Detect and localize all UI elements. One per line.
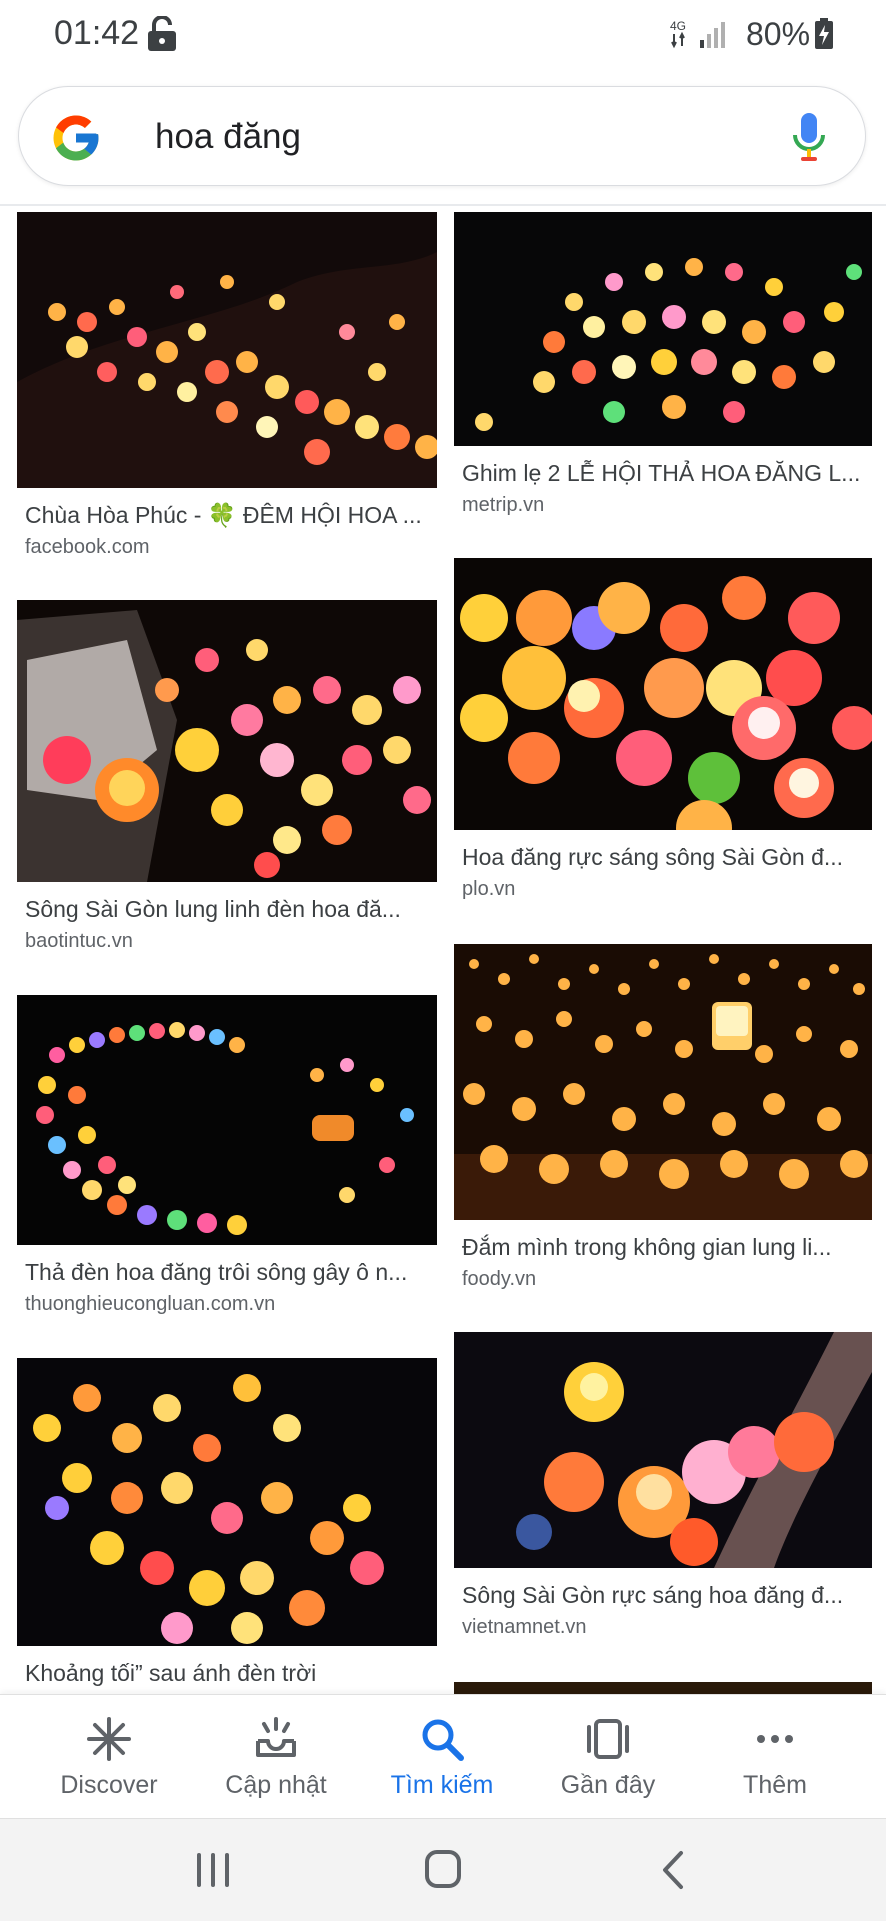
lanterns-hand-image: [17, 600, 437, 882]
signal-icon: 4G: [670, 19, 725, 49]
recent-cards-icon: [587, 1719, 629, 1759]
lotus-hand-image: [454, 1332, 872, 1568]
result-source: facebook.com: [25, 536, 150, 558]
result-title[interactable]: Khoảng tối” sau ánh đèn trời: [25, 1660, 435, 1687]
result-card[interactable]: Khoảng tối” sau ánh đèn trời: [17, 1358, 437, 1688]
result-image[interactable]: [454, 558, 872, 830]
result-image[interactable]: [17, 1358, 437, 1646]
network-type: 4G: [670, 19, 686, 33]
result-image[interactable]: [17, 995, 437, 1245]
nav-discover[interactable]: Discover: [29, 1695, 189, 1819]
home-icon[interactable]: [413, 1845, 473, 1895]
nav-recent[interactable]: Gần đây: [528, 1695, 688, 1819]
search-bar[interactable]: hoa đăng: [18, 86, 866, 186]
lotus-lanterns-closeup-image: [454, 558, 872, 830]
result-card[interactable]: Sông Sài Gòn rực sáng hoa đăng đ... viet…: [454, 1332, 872, 1672]
result-card[interactable]: Hoa đăng rực sáng sông Sài Gòn đ... plo.…: [454, 558, 872, 908]
asterisk-icon: [87, 1717, 131, 1761]
result-source: vietnamnet.vn: [462, 1616, 587, 1638]
result-title[interactable]: Thả đèn hoa đăng trôi sông gây ô n...: [25, 1259, 435, 1286]
result-image[interactable]: [454, 1332, 872, 1568]
inbox-updates-icon: [256, 1717, 296, 1757]
result-title[interactable]: Sông Sài Gòn lung linh đèn hoa đă...: [25, 896, 435, 923]
result-image[interactable]: [17, 212, 437, 488]
result-image[interactable]: [454, 1682, 872, 1694]
nav-label: Cập nhật: [225, 1771, 327, 1799]
nav-updates[interactable]: Cập nhật: [196, 1695, 356, 1819]
search-input[interactable]: hoa đăng: [155, 117, 301, 157]
battery-charging-icon: [815, 18, 833, 49]
search-icon: [422, 1719, 464, 1761]
more-dots-icon: [757, 1735, 793, 1743]
lanterns-festival-image: [454, 212, 872, 446]
google-logo-icon: [53, 115, 99, 161]
battery-percentage: 80%: [746, 16, 811, 52]
result-source: thuonghieucongluan.com.vn: [25, 1293, 276, 1315]
bottom-navigation: Discover Cập nhật Tìm kiếm Gần đây Thêm: [0, 1694, 886, 1819]
result-card[interactable]: Thả đèn hoa đăng trôi sông gây ô n... th…: [17, 995, 437, 1325]
result-card-partial[interactable]: [454, 1682, 872, 1694]
status-bar: 01:42 4G 80%: [0, 0, 886, 72]
result-title[interactable]: Hoa đăng rực sáng sông Sài Gòn đ...: [462, 844, 870, 871]
result-card[interactable]: Sông Sài Gòn lung linh đèn hoa đă... bao…: [17, 600, 437, 960]
result-source: baotintuc.vn: [25, 930, 133, 952]
result-image[interactable]: [17, 600, 437, 882]
result-source: foody.vn: [462, 1268, 537, 1290]
result-image[interactable]: [454, 944, 872, 1220]
result-title[interactable]: Đắm mình trong không gian lung li...: [462, 1234, 870, 1261]
result-card[interactable]: Đắm mình trong không gian lung li... foo…: [454, 944, 872, 1294]
header-divider: [0, 204, 886, 206]
result-title[interactable]: Sông Sài Gòn rực sáng hoa đăng đ...: [462, 1582, 870, 1609]
nav-label: Gần đây: [560, 1771, 656, 1799]
nav-more[interactable]: Thêm: [695, 1695, 855, 1819]
result-source: metrip.vn: [462, 494, 545, 516]
result-card[interactable]: Chùa Hòa Phúc - 🍀 ĐÊM HỘI HOA ... facebo…: [17, 212, 437, 572]
result-title[interactable]: Ghim lẹ 2 LỄ HỘI THẢ HOA ĐĂNG L...: [462, 460, 870, 487]
nav-label: Tìm kiếm: [390, 1771, 494, 1799]
sky-lanterns-image: [454, 944, 872, 1220]
result-title[interactable]: Chùa Hòa Phúc - 🍀 ĐÊM HỘI HOA ...: [25, 502, 435, 529]
back-icon[interactable]: [643, 1845, 703, 1895]
nav-search[interactable]: Tìm kiếm: [362, 1695, 522, 1819]
lanterns-water-image: [17, 1358, 437, 1646]
lanterns-colorful-image: [17, 995, 437, 1245]
unlock-icon: [148, 16, 176, 51]
nav-label: Thêm: [743, 1771, 807, 1799]
microphone-icon[interactable]: [791, 111, 827, 165]
nav-label: Discover: [60, 1771, 158, 1799]
result-card[interactable]: Ghim lẹ 2 LỄ HỘI THẢ HOA ĐĂNG L... metri…: [454, 212, 872, 532]
result-image[interactable]: [454, 212, 872, 446]
lanterns-river-image: [17, 212, 437, 488]
result-source: plo.vn: [462, 878, 516, 900]
recent-apps-icon[interactable]: [183, 1845, 243, 1895]
system-navigation: [0, 1818, 886, 1921]
status-time: 01:42: [54, 14, 140, 52]
